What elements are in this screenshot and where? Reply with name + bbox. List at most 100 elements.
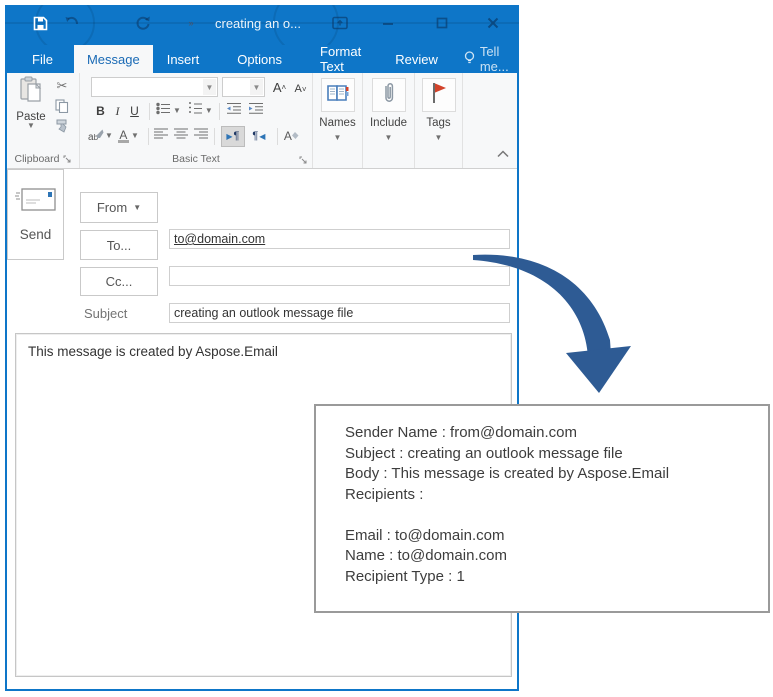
names-label: Names [319,117,356,129]
to-value: to@domain.com [174,232,266,246]
clipboard-group-label: Clipboard [14,153,60,165]
tags-group: Tags ▼ [415,73,463,168]
numbering-dropdown-arrow: ▼ [204,106,213,115]
undo-icon[interactable] [62,13,82,33]
tab-review[interactable]: Review [382,45,451,73]
ribbon-tab-bar: File Message Insert Options Format Text … [5,44,522,74]
names-button[interactable] [321,78,355,112]
font-size-dropdown-arrow: ▼ [250,79,263,95]
font-color-icon[interactable]: A [117,129,129,143]
basic-text-group: ▼ ▼ A ˄ A ˅ B I U ▼ ▼ ab ▼ A ▼ ▶ ¶ ¶ ◀ A… [80,73,313,168]
cc-input[interactable] [169,266,510,286]
tab-message[interactable]: Message [73,45,153,73]
message-properties-box: Sender Name : from@domain.com Subject : … [314,404,770,613]
grow-font-icon[interactable]: A ˄ [270,78,289,96]
from-button[interactable]: From ▼ [80,192,158,223]
paperclip-icon [382,81,396,110]
font-name-dropdown-arrow: ▼ [203,79,216,95]
tab-insert[interactable]: Insert [154,45,213,73]
basic-text-group-label: Basic Text [172,153,220,165]
names-dropdown-arrow: ▼ [333,133,342,142]
names-group: Names ▼ [313,73,363,168]
font-name-combo[interactable]: ▼ [91,77,218,97]
save-icon[interactable] [30,13,50,33]
ribbon: Paste ▼ ✂ Clipboard ▼ ▼ A˄ A˅ B I U ▼ [7,73,517,169]
to-button[interactable]: To... [80,230,158,260]
paste-clipboard-icon [19,76,43,109]
minimize-button[interactable] [378,13,398,33]
bullets-icon[interactable] [156,102,171,120]
clipboard-group: Paste ▼ ✂ Clipboard [7,73,80,168]
cut-icon[interactable]: ✂ [53,78,71,94]
tab-options[interactable]: Options [224,45,295,73]
to-input[interactable]: to@domain.com [169,229,510,249]
tags-button[interactable] [422,78,456,112]
maximize-button[interactable] [432,13,452,33]
compose-header: Send From ▼ To... Cc... Subject to@domai… [7,169,517,333]
tab-file[interactable]: File [19,45,66,73]
flag-icon [430,81,448,110]
include-label: Include [369,117,408,129]
from-dropdown-arrow: ▼ [133,203,142,212]
text-highlight-icon[interactable]: ab [88,129,104,143]
to-label: To... [106,237,132,253]
align-right-icon[interactable] [193,127,208,145]
collapse-ribbon-icon[interactable] [497,149,509,161]
shrink-font-icon[interactable]: A ˅ [291,80,310,98]
send-label: Send [19,227,52,242]
decrease-indent-icon[interactable] [226,102,242,120]
numbering-icon[interactable] [188,102,203,120]
paste-button[interactable]: Paste ▼ [13,76,49,146]
send-button[interactable]: Send [7,169,64,260]
output-line: Recipient Type : 1 [345,567,465,585]
output-line: Sender Name : from@domain.com [345,424,577,441]
redo-icon[interactable] [133,13,153,33]
from-label: From [96,200,128,215]
basic-text-dialog-launcher-icon[interactable] [299,156,307,164]
address-book-icon [326,83,350,108]
bold-button[interactable]: B [92,104,109,118]
output-line-blank [345,505,758,526]
tell-me-label: Tell me... [479,44,509,74]
window-title: creating an o... [215,16,301,31]
font-color-dropdown-arrow: ▼ [130,131,139,140]
clear-formatting-icon[interactable]: A [284,129,299,143]
align-center-icon[interactable] [173,127,188,145]
ribbon-display-options-icon[interactable] [330,13,350,33]
output-line: Recipients : [345,485,424,503]
qat-customize-icon[interactable]: » [181,13,201,33]
format-painter-icon[interactable] [53,118,71,134]
increase-indent-icon[interactable] [248,102,264,120]
bullets-dropdown-arrow: ▼ [173,106,181,115]
highlight-dropdown-arrow: ▼ [105,131,113,140]
subject-input[interactable]: creating an outlook message file [169,303,510,323]
message-body-text: This message is created by Aspose.Email [28,344,278,359]
lightbulb-icon [464,50,475,68]
output-line: Name : to@domain.com [345,547,507,564]
tags-dropdown-arrow: ▼ [434,133,443,142]
output-line: Email : to@domain.com [345,526,505,544]
include-button[interactable] [372,78,406,112]
basic-text-group-footer: Basic Text [80,153,312,165]
send-envelope-icon [14,187,57,218]
tab-format-text[interactable]: Format Text [307,44,374,74]
clipboard-dialog-launcher-icon[interactable] [63,155,71,163]
subject-label: Subject [84,306,128,321]
output-line: Subject : creating an outlook message fi… [345,444,623,462]
close-button[interactable] [483,13,503,33]
cc-button[interactable]: Cc... [80,267,158,296]
italic-button[interactable]: I [109,104,126,119]
align-left-icon[interactable] [153,127,168,145]
left-to-right-button[interactable]: ▶ ¶ [220,125,245,147]
include-dropdown-arrow: ▼ [384,133,393,142]
tags-label: Tags [426,117,451,129]
font-size-combo[interactable]: ▼ [222,77,265,97]
underline-button[interactable]: U [126,104,143,118]
subject-value: creating an outlook message file [174,306,354,320]
paste-dropdown-arrow: ▼ [27,121,35,130]
tell-me-box[interactable]: Tell me... [451,44,522,74]
output-line: Body : This message is created by Aspose… [345,465,670,482]
include-group: Include ▼ [363,73,415,168]
copy-icon[interactable] [53,98,71,114]
right-to-left-button[interactable]: ¶ ◀ [247,126,271,147]
